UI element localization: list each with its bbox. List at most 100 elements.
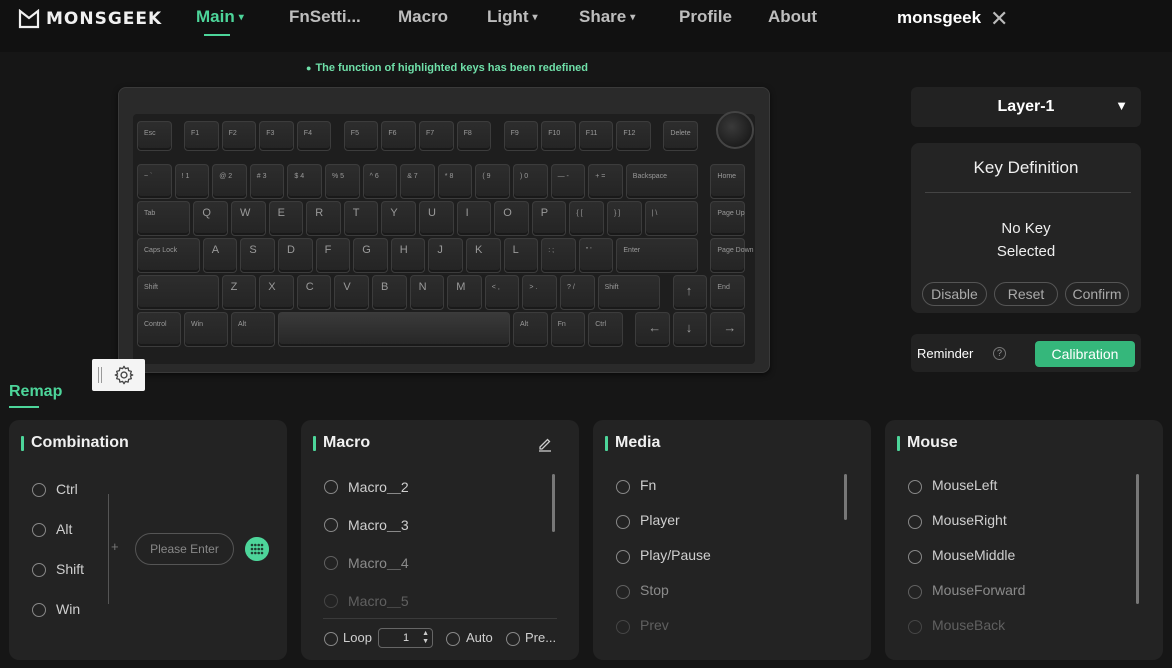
key-capslock[interactable]: Caps Lock — [137, 238, 200, 273]
nav-main[interactable]: Main ▾ — [196, 7, 244, 27]
key-down[interactable]: ↓ — [672, 312, 708, 347]
key-tab[interactable]: Tab — [137, 201, 191, 236]
key-n2[interactable]: @ 2 — [212, 164, 247, 199]
key-l[interactable]: L — [503, 238, 539, 273]
key-f3[interactable]: F3 — [259, 121, 294, 151]
key-g[interactable]: G — [353, 238, 388, 273]
radio-media[interactable] — [616, 515, 630, 529]
key-m[interactable]: M — [447, 275, 482, 310]
key-rbracket[interactable]: } ] — [607, 201, 642, 236]
key-h[interactable]: H — [390, 238, 426, 273]
spinner-arrows-icon[interactable]: ▲ ▼ — [422, 630, 429, 646]
key-n7[interactable]: & 7 — [400, 164, 435, 199]
radio-media[interactable] — [616, 480, 630, 494]
key-f9[interactable]: F9 — [503, 121, 539, 151]
key-k[interactable]: K — [466, 238, 501, 273]
key-rctrl[interactable]: Ctrl — [588, 312, 623, 347]
radio-macro[interactable] — [324, 594, 338, 608]
key-lshift[interactable]: Shift — [137, 275, 219, 310]
radio-alt[interactable] — [32, 523, 46, 537]
user-name[interactable]: monsgeek — [897, 8, 981, 28]
scrollbar[interactable] — [1136, 474, 1139, 604]
nav-light[interactable]: Light ▾ — [487, 7, 538, 27]
help-icon[interactable]: ? — [993, 347, 1006, 360]
tab-remap[interactable]: Remap — [9, 383, 62, 401]
layer-select[interactable]: Layer-1 ▼ — [911, 87, 1141, 127]
key-f2[interactable]: F2 — [221, 121, 257, 151]
key-delete[interactable]: Delete — [663, 121, 698, 151]
key-w[interactable]: W — [231, 201, 266, 236]
radio-loop[interactable] — [324, 632, 338, 646]
key-f5[interactable]: F5 — [343, 121, 379, 151]
radio-mouse[interactable] — [908, 515, 922, 529]
key-rshift[interactable]: Shift — [597, 275, 661, 310]
scrollbar[interactable] — [844, 474, 847, 520]
key-home[interactable]: Home — [710, 164, 745, 199]
key-n0[interactable]: ) 0 — [513, 164, 548, 199]
key-a[interactable]: A — [202, 238, 238, 273]
brand-logo[interactable]: MONSGEEK — [18, 9, 162, 29]
close-icon[interactable]: ✕ — [990, 8, 1008, 30]
key-x[interactable]: X — [259, 275, 294, 310]
radio-ctrl[interactable] — [32, 483, 46, 497]
loop-count-stepper[interactable]: 1 ▲ ▼ — [378, 628, 433, 648]
key-f10[interactable]: F10 — [541, 121, 576, 151]
key-f8[interactable]: F8 — [456, 121, 492, 151]
key-e[interactable]: E — [268, 201, 304, 236]
key-u[interactable]: U — [419, 201, 454, 236]
key-f1[interactable]: F1 — [184, 121, 219, 151]
key-n9[interactable]: ( 9 — [475, 164, 510, 199]
nav-about[interactable]: About — [768, 7, 817, 27]
key-z[interactable]: Z — [221, 275, 257, 310]
key-d[interactable]: D — [278, 238, 313, 273]
keypad-icon[interactable] — [245, 537, 269, 561]
key-r[interactable]: R — [306, 201, 341, 236]
drag-handle-icon[interactable] — [98, 367, 102, 383]
key-left[interactable]: ← — [635, 312, 670, 347]
key-fn[interactable]: Fn — [550, 312, 586, 347]
key-right[interactable]: → — [710, 312, 745, 347]
key-pagedown[interactable]: Page Down — [710, 238, 754, 273]
radio-media[interactable] — [616, 620, 630, 634]
radio-macro[interactable] — [324, 518, 338, 532]
key-f11[interactable]: F11 — [578, 121, 614, 151]
radio-shift[interactable] — [32, 563, 46, 577]
key-lbracket[interactable]: { [ — [569, 201, 604, 236]
disable-button[interactable]: Disable — [922, 282, 987, 306]
radio-mouse[interactable] — [908, 585, 922, 599]
key-lalt[interactable]: Alt — [231, 312, 275, 347]
nav-profile[interactable]: Profile — [679, 7, 732, 27]
key-n[interactable]: N — [409, 275, 445, 310]
reset-button[interactable]: Reset — [994, 282, 1058, 306]
key-n4[interactable]: $ 4 — [287, 164, 322, 199]
key-space[interactable] — [278, 312, 510, 347]
key-p[interactable]: P — [531, 201, 567, 236]
nav-fnsettings[interactable]: FnSetti... — [289, 7, 361, 27]
key-enter[interactable]: Enter — [616, 238, 698, 273]
key-equal[interactable]: + = — [588, 164, 623, 199]
radio-media[interactable] — [616, 585, 630, 599]
key-c[interactable]: C — [296, 275, 332, 310]
key-quote[interactable]: " ' — [578, 238, 614, 273]
radio-macro[interactable] — [324, 480, 338, 494]
key-f12[interactable]: F12 — [616, 121, 651, 151]
key-v[interactable]: V — [334, 275, 369, 310]
edit-icon[interactable] — [537, 436, 553, 452]
key-comma[interactable]: < , — [484, 275, 520, 310]
radio-mouse[interactable] — [908, 620, 922, 634]
nav-share[interactable]: Share ▾ — [579, 7, 635, 27]
key-n8[interactable]: * 8 — [437, 164, 473, 199]
scrollbar[interactable] — [552, 474, 555, 532]
confirm-button[interactable]: Confirm — [1065, 282, 1129, 306]
key-input[interactable]: Please Enter — [135, 533, 234, 565]
radio-auto[interactable] — [446, 632, 460, 646]
key-s[interactable]: S — [240, 238, 275, 273]
key-f7[interactable]: F7 — [419, 121, 454, 151]
key-minus[interactable]: — - — [550, 164, 586, 199]
key-j[interactable]: J — [428, 238, 463, 273]
key-semicolon[interactable]: : ; — [541, 238, 576, 273]
nav-macro[interactable]: Macro — [398, 7, 448, 27]
key-lctrl[interactable]: Control — [137, 312, 181, 347]
settings-toggle[interactable] — [92, 359, 145, 391]
radio-macro[interactable] — [324, 556, 338, 570]
